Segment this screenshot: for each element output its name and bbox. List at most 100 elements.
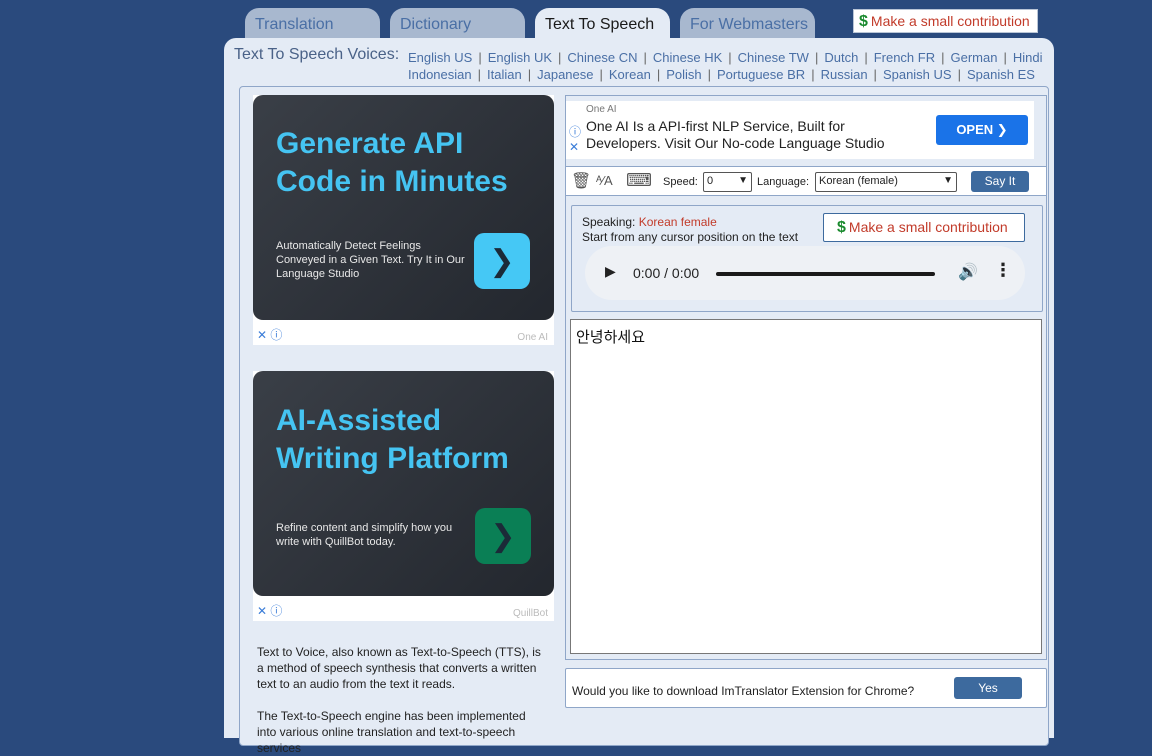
- ad-brand: One AI: [517, 332, 548, 343]
- separator: |: [478, 50, 482, 65]
- banner-ad-source: One AI: [586, 104, 617, 115]
- voice-link-polish[interactable]: Polish: [666, 67, 701, 82]
- voice-link-chinese-tw[interactable]: Chinese TW: [738, 50, 809, 65]
- contribution-button-top[interactable]: $ Make a small contribution: [853, 9, 1038, 33]
- separator: |: [477, 67, 482, 82]
- dollar-icon: $: [859, 13, 868, 30]
- keyboard-icon[interactable]: ⌨: [626, 170, 652, 191]
- chevron-right-icon: ❯: [996, 122, 1008, 137]
- content-area: Generate API Code in Minutes Automatical…: [239, 86, 1049, 755]
- say-it-button[interactable]: Say It: [971, 171, 1029, 192]
- speaking-label: Speaking:: [582, 215, 636, 229]
- voice-link-spanish-us[interactable]: Spanish US: [883, 67, 952, 82]
- separator: |: [656, 67, 661, 82]
- banner-ad-controls[interactable]: ⓘ ✕: [569, 125, 581, 155]
- separator: |: [558, 50, 562, 65]
- chevron-right-icon: ❯: [490, 519, 516, 553]
- info-icon[interactable]: ⓘ: [270, 328, 282, 342]
- spellcheck-icon[interactable]: ᴬ⁄A: [596, 173, 613, 188]
- tts-text-input[interactable]: 안녕하세요: [570, 319, 1042, 654]
- voice-link-hindi[interactable]: Hindi: [1013, 50, 1043, 65]
- voice-link-spanish-es[interactable]: Spanish ES: [967, 67, 1035, 82]
- ad-arrow-button[interactable]: ❯: [475, 508, 531, 564]
- tts-description-p2: The Text-to-Speech engine has been imple…: [257, 709, 526, 755]
- separator: |: [957, 67, 961, 82]
- dollar-icon: $: [837, 219, 846, 236]
- voices-list: English US | English UK | Chinese CN | Chinese…: [408, 49, 1048, 83]
- separator: |: [599, 67, 603, 82]
- voice-link-italian[interactable]: Italian: [487, 67, 522, 82]
- speaking-voice: Korean female: [638, 215, 717, 229]
- yes-button[interactable]: Yes: [954, 677, 1022, 699]
- language-select[interactable]: Korean (female) ▼: [815, 172, 957, 192]
- close-icon[interactable]: ✕: [569, 140, 581, 155]
- close-icon[interactable]: ✕: [257, 604, 267, 618]
- voice-link-french-fr[interactable]: French FR: [874, 50, 935, 65]
- play-icon[interactable]: ▶: [605, 263, 616, 280]
- tab-for-webmasters[interactable]: For Webmasters: [680, 8, 815, 40]
- ad-quillbot[interactable]: AI-Assisted Writing Platform Refine cont…: [253, 371, 554, 621]
- language-value: Korean (female): [819, 175, 898, 187]
- voices-row: English US | English UK | Chinese CN | Chinese…: [408, 49, 1048, 66]
- voice-link-chinese-cn[interactable]: Chinese CN: [567, 50, 637, 65]
- voice-link-dutch[interactable]: Dutch: [824, 50, 858, 65]
- speaking-status: Speaking: Korean female: [582, 215, 717, 229]
- audio-time: 0:00 / 0:00: [633, 265, 700, 281]
- voice-link-japanese[interactable]: Japanese: [537, 67, 593, 82]
- audio-progress-bar[interactable]: [716, 272, 935, 276]
- voice-link-indonesian[interactable]: Indonesian: [408, 67, 472, 82]
- close-icon[interactable]: ✕: [257, 328, 267, 342]
- ad-controls[interactable]: ✕ ⓘ: [257, 602, 282, 619]
- chrome-extension-prompt: Would you like to download ImTranslator …: [565, 668, 1047, 708]
- ad-controls[interactable]: ✕ ⓘ: [257, 326, 282, 343]
- separator: |: [941, 50, 945, 65]
- tab-translation[interactable]: Translation: [245, 8, 380, 40]
- separator: |: [811, 67, 815, 82]
- voice-link-russian[interactable]: Russian: [821, 67, 868, 82]
- main-panel: Text To Speech Voices: English US | Englis…: [224, 38, 1054, 755]
- voice-link-korean[interactable]: Korean: [609, 67, 651, 82]
- speed-select[interactable]: 0 ▼: [703, 172, 752, 192]
- volume-icon[interactable]: 🔊: [958, 262, 978, 282]
- info-icon[interactable]: ⓘ: [270, 604, 282, 618]
- ad-one-ai[interactable]: Generate API Code in Minutes Automatical…: [253, 95, 554, 345]
- voices-row: Indonesian | Italian | Japanese | Korean | Polis…: [408, 66, 1048, 83]
- trash-icon[interactable]: 🗑: [571, 171, 591, 191]
- ad-title: Generate API Code in Minutes: [276, 127, 508, 198]
- tts-tool: One AI One AI Is a API-first NLP Service…: [565, 95, 1047, 660]
- ad-arrow-button[interactable]: ❯: [474, 233, 530, 289]
- chevron-down-icon: ▼: [943, 175, 953, 186]
- tab-dictionary[interactable]: Dictionary: [390, 8, 525, 40]
- voice-link-english-uk[interactable]: English UK: [488, 50, 552, 65]
- separator: |: [864, 50, 868, 65]
- voice-link-chinese-hk[interactable]: Chinese HK: [653, 50, 722, 65]
- separator: |: [707, 67, 712, 82]
- contribution-button[interactable]: $ Make a small contribution: [823, 213, 1025, 242]
- language-label: Language:: [757, 176, 809, 188]
- separator: |: [1003, 50, 1007, 65]
- ad-description: Automatically Detect Feelings Conveyed i…: [276, 240, 465, 280]
- voice-link-portuguese-br[interactable]: Portuguese BR: [717, 67, 805, 82]
- ad-card[interactable]: Generate API Code in Minutes Automatical…: [253, 95, 554, 320]
- speaking-panel: Speaking: Korean female Start from any c…: [571, 205, 1043, 312]
- separator: |: [527, 67, 532, 82]
- tts-description-p1: Text to Voice, also known as Text-to-Spe…: [257, 645, 541, 691]
- chrome-extension-question: Would you like to download ImTranslator …: [572, 684, 915, 698]
- separator: |: [728, 50, 732, 65]
- tab-text-to-speech[interactable]: Text To Speech: [535, 8, 670, 40]
- more-options-icon[interactable]: ⋮: [994, 260, 1012, 281]
- voice-link-german[interactable]: German: [951, 50, 998, 65]
- separator: |: [814, 50, 819, 65]
- separator: |: [873, 67, 877, 82]
- banner-open-button[interactable]: OPEN ❯: [936, 115, 1028, 145]
- ad-card[interactable]: AI-Assisted Writing Platform Refine cont…: [253, 371, 554, 596]
- chevron-right-icon: ❯: [489, 244, 515, 278]
- chevron-down-icon: ▼: [738, 175, 748, 186]
- banner-ad[interactable]: One AI One AI Is a API-first NLP Service…: [566, 101, 1034, 159]
- separator: |: [643, 50, 647, 65]
- open-label: OPEN: [956, 122, 994, 137]
- info-icon[interactable]: ⓘ: [569, 125, 581, 140]
- contribution-label: Make a small contribution: [848, 219, 1008, 235]
- banner-ad-text: One AI Is a API-first NLP Service, Built…: [586, 118, 885, 151]
- voice-link-english-us[interactable]: English US: [408, 50, 472, 65]
